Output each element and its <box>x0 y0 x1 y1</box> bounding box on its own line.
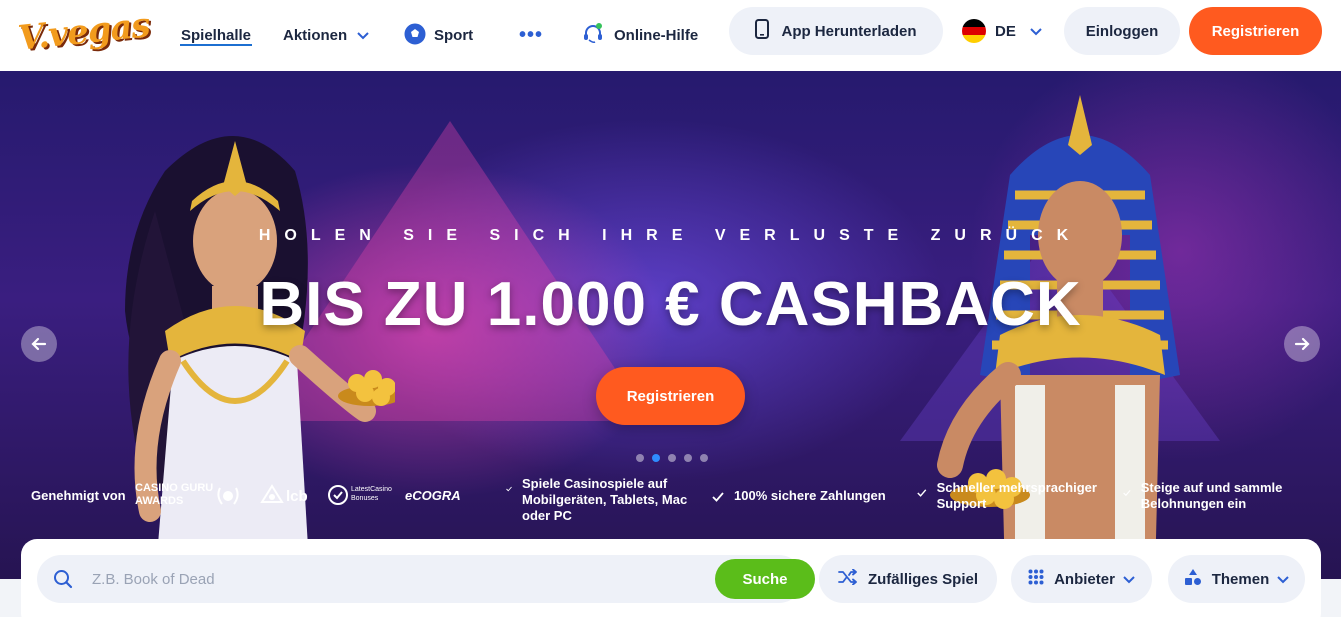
check-icon <box>1123 490 1131 497</box>
chevron-down-icon <box>357 27 369 44</box>
casino-guru-badge: CASINO GURU AWARDS <box>135 482 213 508</box>
nav-spielhalle-label: Spielhalle <box>180 27 252 44</box>
random-game-label: Zufälliges Spiel <box>867 570 979 588</box>
arrow-right-icon <box>1294 337 1310 351</box>
laurel-icon <box>217 487 239 505</box>
register-button[interactable]: Registrieren <box>1189 7 1322 55</box>
grid-dots-icon <box>1028 569 1044 589</box>
approved-by-label: Genehmigt von <box>31 488 126 503</box>
headset-icon <box>582 22 604 49</box>
shuffle-icon <box>838 568 858 589</box>
nav-aktionen-label: Aktionen <box>283 27 348 44</box>
lcb-logo-text: lcb <box>286 488 308 505</box>
providers-label: Anbieter <box>1054 570 1115 588</box>
vvegas-logo[interactable]: V.vegas <box>16 5 151 60</box>
check-icon <box>917 489 927 497</box>
latestcasino-logo-icon <box>328 485 348 505</box>
nav-online-help[interactable]: Online-Hilfe <box>582 0 698 71</box>
slide-dot[interactable] <box>684 454 692 462</box>
chevron-down-icon <box>1123 571 1135 588</box>
search-field-container[interactable]: Suche <box>37 555 815 603</box>
ecogra-logo: eCOGRA <box>405 488 461 503</box>
search-icon <box>53 569 73 594</box>
feature-mobile: Spiele Casinospiele auf Mobilgeräten, Ta… <box>506 476 706 524</box>
slide-dot[interactable] <box>636 454 644 462</box>
nav-aktionen[interactable]: Aktionen <box>283 0 369 71</box>
casino-guru-line1: CASINO GURU <box>135 482 214 494</box>
chevron-down-icon <box>1277 571 1289 588</box>
carousel-prev-button[interactable] <box>21 326 57 362</box>
feature-text: Schneller mehrsprachiger Support <box>936 480 1097 511</box>
check-icon <box>506 486 512 492</box>
hero-title: BIS ZU 1.000 € CASHBACK <box>259 270 1082 339</box>
nav-spielhalle[interactable]: Spielhalle <box>176 0 256 71</box>
page: V.vegas Spielhalle Aktionen Sport ••• On… <box>0 0 1341 617</box>
feature-text: Steige auf und sammle Belohnungen ein <box>1140 480 1283 511</box>
latestcasino-logo-text: LatestCasino Bonuses <box>351 485 392 503</box>
slide-indicators <box>636 454 708 462</box>
game-search-bar: Suche Zufälliges Spiel Anbieter Themen <box>21 539 1321 617</box>
slide-dot[interactable] <box>700 454 708 462</box>
latestcasino-line2: Bonuses <box>351 495 379 502</box>
app-download-button[interactable]: App Herunterladen <box>729 7 943 55</box>
search-button[interactable]: Suche <box>715 559 815 599</box>
chevron-down-icon <box>1030 23 1042 40</box>
german-flag-icon <box>962 19 986 43</box>
login-button[interactable]: Einloggen <box>1064 7 1180 55</box>
logo-text: V.vegas <box>16 5 152 59</box>
feature-payments: 100% sichere Zahlungen <box>712 488 886 503</box>
slide-dot[interactable] <box>668 454 676 462</box>
themes-dropdown[interactable]: Themen <box>1168 555 1305 603</box>
arrow-left-icon <box>31 337 47 351</box>
shapes-icon <box>1184 568 1202 590</box>
nav-sport-label: Sport <box>434 27 474 44</box>
app-download-label: App Herunterladen <box>781 22 917 40</box>
hero-subtitle: HOLEN SIE SICH IHRE VERLUSTE ZURÜCK <box>258 227 1083 244</box>
lcb-logo-icon <box>260 484 284 503</box>
hero-banner: HOLEN SIE SICH IHRE VERLUSTE ZURÜCK BIS … <box>0 71 1341 579</box>
feature-text: 100% sichere Zahlungen <box>734 488 886 503</box>
feature-text: Spiele Casinospiele auf Mobilgeräten, Ta… <box>522 476 688 523</box>
providers-dropdown[interactable]: Anbieter <box>1011 555 1152 603</box>
more-menu-button[interactable]: ••• <box>519 0 543 71</box>
casino-guru-line2: AWARDS <box>135 495 184 507</box>
random-game-button[interactable]: Zufälliges Spiel <box>819 555 997 603</box>
language-code: DE <box>995 22 1016 40</box>
language-selector[interactable]: DE <box>962 7 1042 55</box>
hero-register-button[interactable]: Registrieren <box>596 367 745 425</box>
top-header: V.vegas Spielhalle Aktionen Sport ••• On… <box>0 0 1341 71</box>
feature-rewards: Steige auf und sammle Belohnungen ein <box>1123 480 1303 512</box>
smartphone-icon <box>755 19 770 43</box>
nav-help-label: Online-Hilfe <box>614 27 699 44</box>
themes-label: Themen <box>1211 570 1270 588</box>
latestcasino-line1: LatestCasino <box>351 486 392 493</box>
soccer-ball-icon <box>404 23 426 49</box>
slide-dot-active[interactable] <box>652 454 660 462</box>
search-input[interactable] <box>92 555 692 603</box>
nav-sport[interactable]: Sport <box>404 0 473 71</box>
carousel-next-button[interactable] <box>1284 326 1320 362</box>
feature-support: Schneller mehrsprachiger Support <box>917 480 1107 512</box>
check-icon <box>712 492 724 502</box>
more-dots-icon: ••• <box>519 24 544 46</box>
trust-bar: Genehmigt von CASINO GURU AWARDS lcb Lat… <box>0 476 1341 526</box>
active-tab-underline <box>180 44 252 46</box>
